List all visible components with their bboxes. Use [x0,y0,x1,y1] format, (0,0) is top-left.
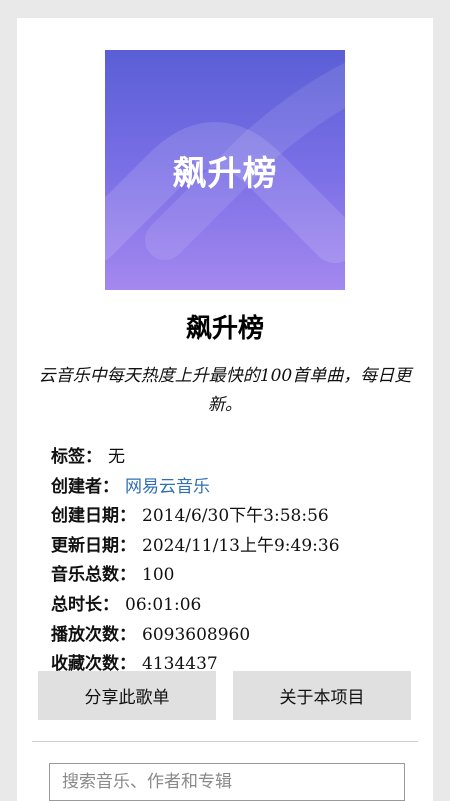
playlist-cover: 飙升榜 [105,50,345,290]
updated-label: 更新日期： [51,535,136,556]
divider [32,741,418,742]
creator-link[interactable]: 网易云音乐 [125,477,210,497]
info-row-track-count: 音乐总数： 100 [51,561,421,591]
info-row-creator: 创建者： 网易云音乐 [51,473,421,503]
updated-value: 2024/11/13上午9:49:36 [142,535,340,556]
created-value: 2014/6/30下午3:58:56 [142,506,329,527]
play-count-label: 播放次数： [51,624,136,645]
info-row-created: 创建日期： 2014/6/30下午3:58:56 [51,502,421,532]
created-label: 创建日期： [51,506,136,527]
share-playlist-button[interactable]: 分享此歌单 [38,671,216,720]
playlist-description: 云音乐中每天热度上升最快的100首单曲，每日更新。 [38,366,412,415]
info-row-duration: 总时长： 06:01:06 [51,591,421,621]
info-row-play-count: 播放次数： 6093608960 [51,621,421,651]
tags-label: 标签： [51,447,102,467]
duration-label: 总时长： [51,594,119,615]
tags-value: 无 [108,447,125,467]
cover-title-text: 飙升榜 [172,153,278,194]
playlist-title: 飙升榜 [185,314,264,344]
info-row-tags: 标签： 无 [51,443,421,473]
track-count-label: 音乐总数： [51,565,136,586]
play-count-value: 6093608960 [142,624,251,645]
about-project-button[interactable]: 关于本项目 [233,671,411,720]
info-row-updated: 更新日期： 2024/11/13上午9:49:36 [51,532,421,562]
track-count-value: 100 [142,565,175,586]
search-input[interactable] [49,763,405,801]
playlist-card: 飙升榜 飙升榜 云音乐中每天热度上升最快的100首单曲，每日更新。 标签： 无 创… [17,18,433,801]
creator-label: 创建者： [51,476,119,497]
playlist-info: 标签： 无 创建者： 网易云音乐 创建日期： 2014/6/30下午3:58:56 更… [51,443,421,680]
duration-value: 06:01:06 [125,594,202,615]
